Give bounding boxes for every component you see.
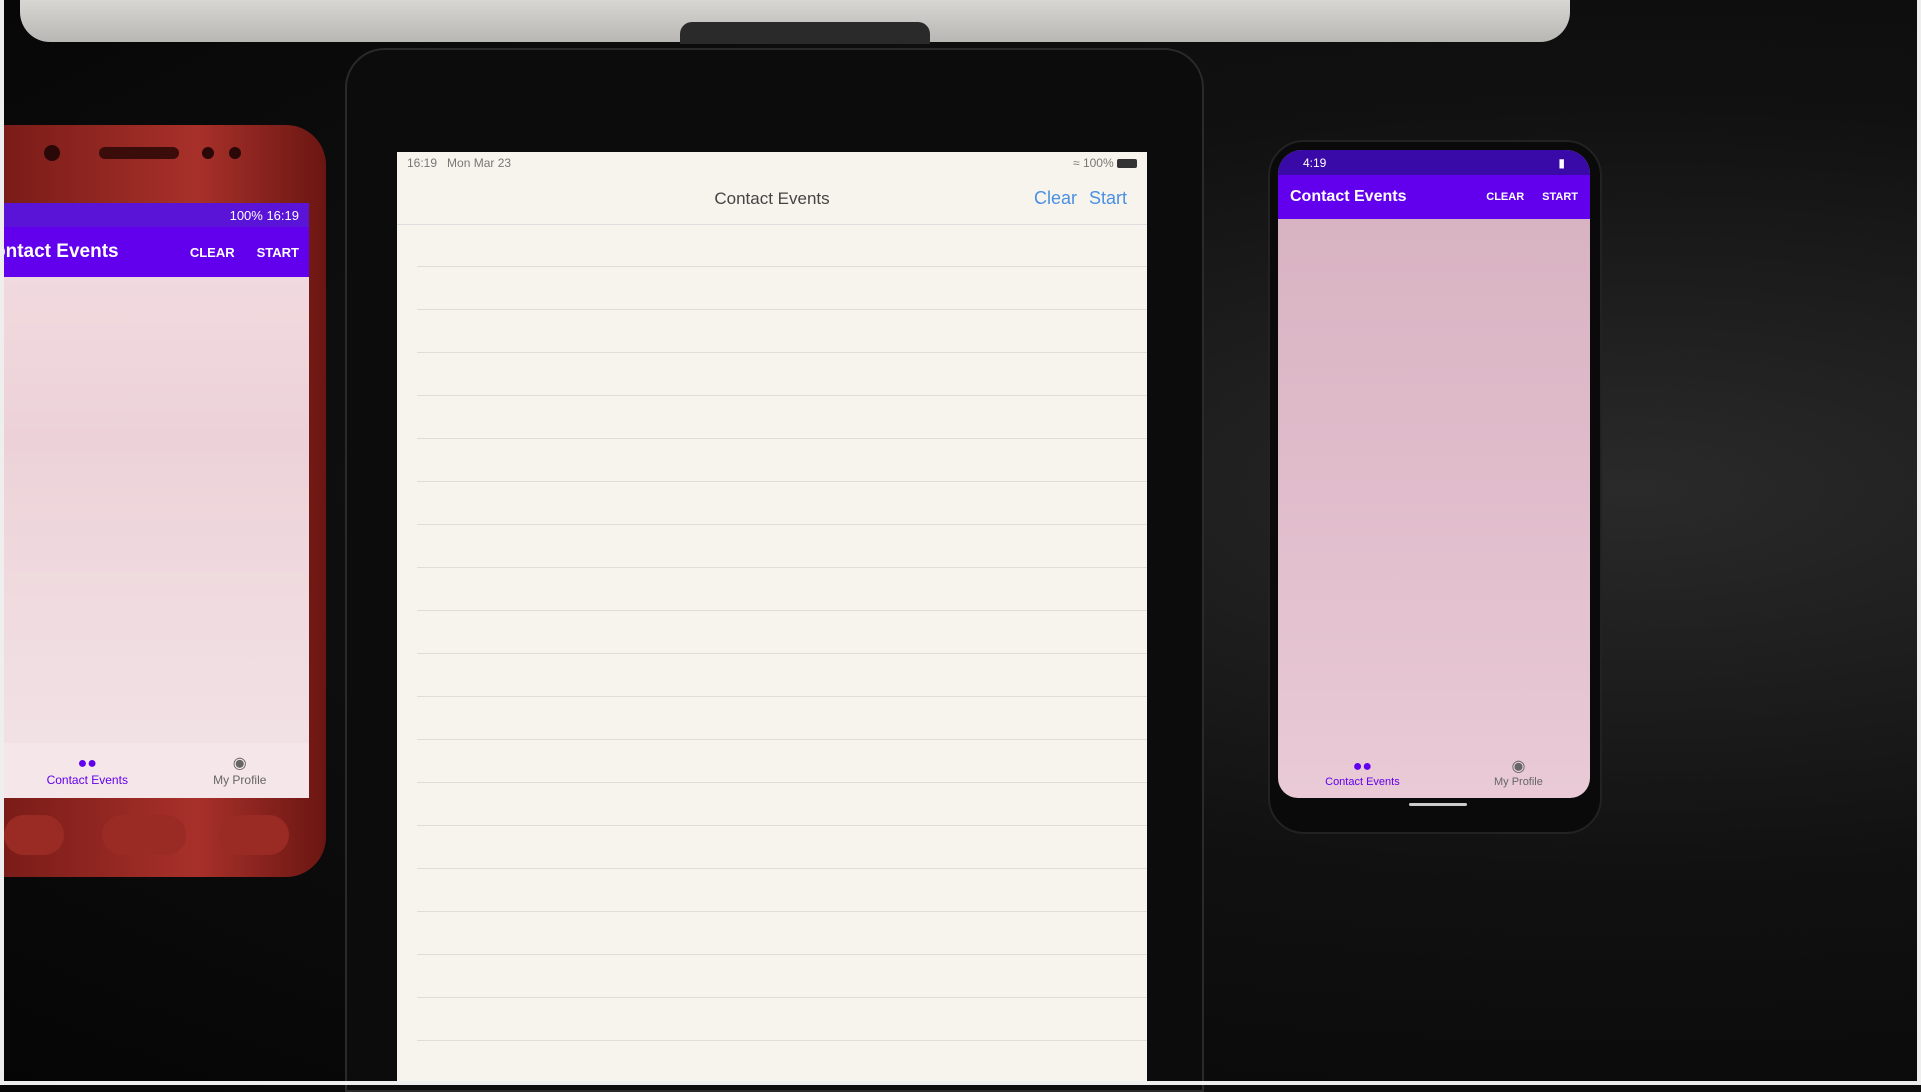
app-bar: ontact Events CLEAR START bbox=[4, 227, 309, 277]
account-icon: ◉ bbox=[1511, 758, 1526, 775]
empty-table-view[interactable] bbox=[417, 224, 1147, 1085]
right-phone-screen: 4:19 ▮ Contact Events CLEAR START ●● Con… bbox=[1278, 150, 1590, 798]
account-icon: ◉ bbox=[232, 754, 247, 772]
nav-label: Contact Events bbox=[46, 772, 128, 787]
ios-status-bar: 16:19 Mon Mar 23 ≈ 100% bbox=[397, 152, 1147, 174]
sensor-icon bbox=[202, 147, 214, 159]
nav-contact-events[interactable]: ●● Contact Events bbox=[47, 755, 128, 787]
status-date: Mon Mar 23 bbox=[447, 156, 512, 170]
nav-my-profile[interactable]: ◉ My Profile bbox=[1494, 758, 1543, 788]
start-button[interactable]: START bbox=[257, 245, 299, 260]
nav-label: My Profile bbox=[213, 772, 267, 787]
nav-contact-events[interactable]: ●● Contact Events bbox=[1325, 758, 1400, 788]
bottom-navigation: ●● Contact Events ◉ My Profile bbox=[4, 743, 309, 798]
start-button[interactable]: START bbox=[1542, 191, 1578, 203]
recent-apps-key[interactable] bbox=[4, 815, 64, 855]
status-bar: 100% 16:19 bbox=[4, 203, 309, 227]
clear-button[interactable]: CLEAR bbox=[190, 245, 235, 260]
status-time: 16:19 bbox=[407, 156, 438, 170]
home-indicator[interactable] bbox=[1409, 803, 1467, 806]
front-camera-icon bbox=[44, 145, 60, 161]
nav-label: Contact Events bbox=[1325, 776, 1400, 788]
nav-label: My Profile bbox=[1493, 776, 1543, 788]
bottom-navigation: ●● Contact Events ◉ My Profile bbox=[1278, 748, 1590, 798]
home-button[interactable] bbox=[102, 815, 186, 855]
earpiece-speaker bbox=[99, 147, 179, 159]
nav-my-profile[interactable]: ◉ My Profile bbox=[213, 755, 266, 787]
laptop-notch bbox=[680, 22, 930, 44]
ipad-screen: 16:19 Mon Mar 23 ≈ 100% Contact Events C… bbox=[397, 152, 1147, 1085]
battery-percent: 100% bbox=[1082, 156, 1114, 170]
people-icon: ●● bbox=[1352, 758, 1373, 775]
back-key[interactable] bbox=[219, 815, 289, 855]
status-bar: 4:19 ▮ bbox=[1278, 150, 1590, 175]
app-title: ontact Events bbox=[4, 241, 119, 262]
app-bar: Contact Events CLEAR START bbox=[1278, 175, 1590, 219]
left-phone-screen: 100% 16:19 ontact Events CLEAR START ●● … bbox=[4, 203, 309, 798]
status-text: 100% 16:19 bbox=[229, 207, 299, 223]
navigation-bar: Contact Events Clear Start bbox=[397, 174, 1147, 225]
start-button[interactable]: Start bbox=[1089, 188, 1127, 209]
clear-button[interactable]: CLEAR bbox=[1486, 191, 1524, 203]
battery-icon bbox=[1117, 159, 1137, 169]
clear-button[interactable]: Clear bbox=[1034, 188, 1077, 209]
page-title: Contact Events bbox=[714, 189, 830, 208]
people-icon: ●● bbox=[77, 754, 97, 772]
sensor-icon bbox=[229, 147, 241, 159]
wifi-icon: ≈ bbox=[1073, 156, 1080, 170]
battery-icon: ▮ bbox=[1558, 155, 1565, 170]
app-title: Contact Events bbox=[1290, 188, 1407, 205]
status-time: 4:19 bbox=[1303, 155, 1327, 170]
